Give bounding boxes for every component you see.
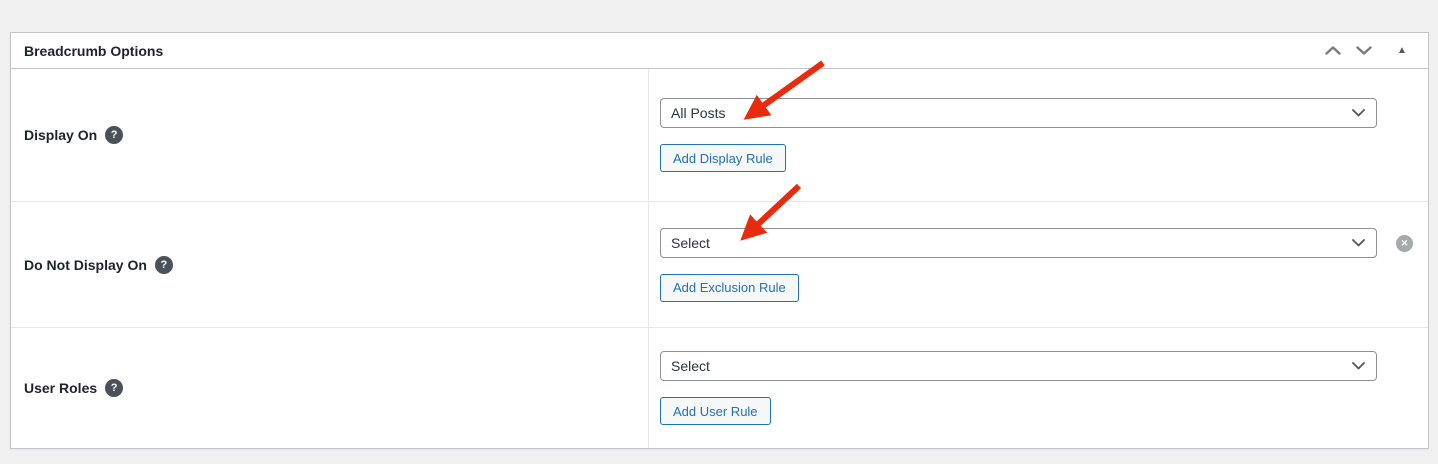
display-on-field-cell: All Posts Add Display Rule (648, 69, 1428, 201)
user-roles-field-cell: Select Add User Rule (648, 328, 1428, 448)
chevron-up-icon (1325, 46, 1341, 55)
add-display-rule-button[interactable]: Add Display Rule (660, 144, 786, 172)
display-on-select[interactable]: All Posts (660, 98, 1377, 128)
move-down-button[interactable] (1354, 41, 1374, 61)
display-on-label-cell: Display On ? (11, 69, 648, 201)
panel-title: Breadcrumb Options (24, 43, 163, 59)
do-not-display-on-select-value: Select (671, 235, 710, 251)
display-on-select-value: All Posts (671, 105, 725, 121)
help-icon[interactable]: ? (155, 256, 173, 274)
add-exclusion-rule-button[interactable]: Add Exclusion Rule (660, 274, 799, 302)
chevron-down-icon (1352, 109, 1365, 117)
breadcrumb-options-panel: Breadcrumb Options ▲ Display On ? All Po… (10, 32, 1429, 449)
user-roles-label: User Roles (24, 380, 97, 396)
add-user-rule-button[interactable]: Add User Rule (660, 397, 771, 425)
do-not-display-on-label-cell: Do Not Display On ? (11, 202, 648, 327)
row-display-on: Display On ? All Posts Add Display Rule (11, 69, 1428, 201)
do-not-display-on-label: Do Not Display On (24, 257, 147, 273)
display-on-label: Display On (24, 127, 97, 143)
move-up-button[interactable] (1323, 41, 1343, 61)
user-roles-select-value: Select (671, 358, 710, 374)
chevron-down-icon (1352, 239, 1365, 247)
do-not-display-on-field-cell: Select Add Exclusion Rule (648, 202, 1428, 327)
help-icon[interactable]: ? (105, 379, 123, 397)
row-do-not-display-on: Do Not Display On ? Select Add Exclusion… (11, 201, 1428, 327)
help-icon[interactable]: ? (105, 126, 123, 144)
row-user-roles: User Roles ? Select Add User Rule (11, 327, 1428, 448)
user-roles-label-cell: User Roles ? (11, 328, 648, 448)
user-roles-select[interactable]: Select (660, 351, 1377, 381)
remove-icon[interactable]: ✕ (1396, 235, 1413, 252)
toggle-panel-button[interactable]: ▲ (1392, 41, 1412, 61)
chevron-down-icon (1352, 362, 1365, 370)
panel-header-controls: ▲ (1323, 41, 1412, 61)
panel-header: Breadcrumb Options ▲ (11, 33, 1428, 69)
chevron-down-icon (1356, 46, 1372, 55)
do-not-display-on-select[interactable]: Select (660, 228, 1377, 258)
